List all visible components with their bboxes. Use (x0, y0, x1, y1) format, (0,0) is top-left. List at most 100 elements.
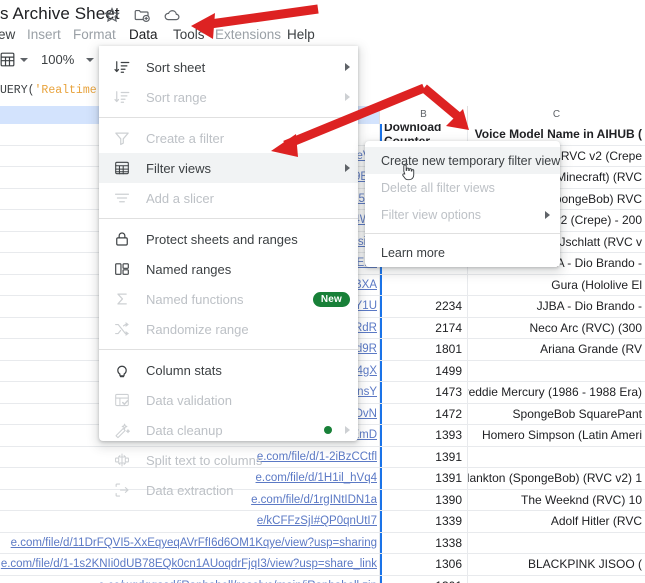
menu-item-sort-sheet[interactable]: Sort sheet (99, 52, 358, 82)
toolbar-left-group: 100% (0, 50, 95, 69)
table-row[interactable]: e.co/wqdqqasd/iRaphahell/resolve/main/iR… (0, 575, 645, 583)
cell-download-counter[interactable]: 2234 (380, 296, 468, 317)
menu-item-named-functions[interactable]: Named functions New (99, 284, 358, 314)
table-row[interactable]: e.com/file/d/11DrFQVI5-XxEqyeqAVrFfI6d6O… (0, 532, 645, 554)
cell-download-counter[interactable]: 1472 (380, 403, 468, 424)
selection-bar (380, 360, 382, 381)
randomize-icon (113, 320, 135, 338)
cell-link[interactable]: e/kCFFzSjI#QP0qnUtI7 (0, 511, 380, 532)
menu-extensions[interactable]: Extensions (213, 24, 283, 46)
cell-download-counter[interactable]: 1391 (380, 446, 468, 467)
sort-sheet-icon (113, 58, 135, 76)
cell-voice-model-name[interactable]: Ariana Grande (RV (468, 339, 645, 360)
cell-link-text[interactable]: e/kCFFzSjI#QP0qnUtI7 (257, 515, 377, 527)
menu-item-label: Create a filter (146, 130, 225, 146)
submenu-chevron-right-icon (345, 426, 350, 434)
menu-item-label: Named functions (146, 291, 244, 307)
submenu-chevron-right-icon (545, 210, 550, 219)
chevron-down-icon[interactable] (20, 57, 28, 62)
menu-item-randomize-range[interactable]: Randomize range (99, 314, 358, 344)
document-title[interactable]: s Archive Sheet (0, 4, 120, 24)
cell-voice-model-name[interactable] (468, 361, 645, 382)
menu-insert[interactable]: Insert (25, 24, 63, 46)
spreadsheet-icon[interactable] (0, 50, 17, 69)
submenu-item-filter-view-options[interactable]: Filter view options (365, 201, 560, 228)
zoom-chevron-down-icon[interactable] (86, 57, 95, 62)
slicer-icon (113, 189, 135, 207)
cell-voice-model-name[interactable]: Gura (Hololive El (468, 275, 645, 296)
cell-voice-model-name[interactable]: Adolf Hitler (RVC (468, 511, 645, 532)
data-extraction-icon (113, 481, 135, 499)
submenu-item-learn-more[interactable]: Learn more (365, 239, 560, 266)
cell-voice-model-name[interactable]: Plankton (SpongeBob) (RVC v2) 1 (468, 468, 645, 489)
menu-item-create-a-filter[interactable]: Create a filter (99, 123, 358, 153)
cell-link[interactable]: e.com/file/d/11DrFQVI5-XxEqyeqAVrFfI6d6O… (0, 532, 380, 553)
cell-voice-model-name[interactable]: BLACKPINK JISOO ( (468, 554, 645, 575)
cell-download-counter[interactable]: 1393 (380, 425, 468, 446)
move-to-folder-icon[interactable] (133, 6, 151, 24)
cell-link-text[interactable]: e.com/file/d/11DrFQVI5-XxEqyeqAVrFfI6d6O… (11, 537, 377, 549)
cell-download-counter[interactable]: 1390 (380, 489, 468, 510)
menu-item-label: Add a slicer (146, 190, 214, 206)
cell-download-counter[interactable]: 1338 (380, 532, 468, 553)
cell-voice-model-name[interactable]: Neco Arc (RVC) (300 (468, 318, 645, 339)
cell-download-counter[interactable]: 2174 (380, 317, 468, 338)
menu-item-label: Filter views (146, 160, 212, 176)
zoom-level[interactable]: 100% (41, 52, 74, 67)
new-badge: New (312, 291, 350, 307)
cell-voice-model-name[interactable]: Freddie Mercury (1986 - 1988 Era) (468, 382, 645, 403)
cell-voice-model-name[interactable] (468, 533, 645, 554)
cell-download-counter[interactable]: 1499 (380, 360, 468, 381)
cell-download-counter[interactable]: 1301 (380, 575, 468, 583)
cell-download-counter[interactable]: 1306 (380, 554, 468, 575)
menu-item-split-text-to-columns[interactable]: Split text to columns (99, 445, 358, 475)
column-header-c[interactable]: C (468, 106, 645, 124)
selection-bar (380, 274, 382, 295)
cell-link[interactable]: e.com/file/d/1-1s2KNIi0dUB78EQk0cn1AUoqd… (0, 554, 380, 575)
named-ranges-icon (113, 260, 135, 278)
cell-voice-model-name[interactable]: JJBA - Dio Brando - (468, 296, 645, 317)
cell-download-counter[interactable] (380, 274, 468, 295)
menu-item-protect-sheets-and-ranges[interactable]: Protect sheets and ranges (99, 224, 358, 254)
cell-link[interactable]: e.co/wqdqqasd/iRaphahell/resolve/main/iR… (0, 575, 380, 583)
google-sheets-window: s Archive Sheet ew Insert Format Data To… (0, 0, 645, 583)
selection-bar (380, 339, 382, 360)
menu-item-data-cleanup[interactable]: Data cleanup (99, 415, 358, 445)
cell-download-counter[interactable]: 1339 (380, 511, 468, 532)
cell-download-counter[interactable]: 1473 (380, 382, 468, 403)
menu-bar: ew Insert Format Data Tools Extensions H… (0, 24, 645, 46)
menu-item-data-validation[interactable]: Data validation (99, 385, 358, 415)
menu-format[interactable]: Format (71, 24, 118, 46)
menu-item-filter-views[interactable]: Filter views (99, 153, 358, 183)
data-menu-dropdown: Sort sheet Sort range Create a filter Filte… (99, 46, 358, 498)
menu-item-label: Sort range (146, 89, 207, 105)
cell-voice-model-name[interactable] (468, 576, 645, 583)
star-icon[interactable] (103, 6, 121, 24)
menu-item-column-stats[interactable]: Column stats (99, 355, 358, 385)
menu-view[interactable]: ew (0, 24, 17, 46)
column-header-b[interactable]: B (380, 106, 468, 124)
menu-item-label: Column stats (146, 362, 222, 378)
table-row[interactable]: e.com/file/d/1-1s2KNIi0dUB78EQk0cn1AUoqd… (0, 554, 645, 576)
selection-bar (380, 511, 382, 532)
table-row[interactable]: e/kCFFzSjI#QP0qnUtI7 1339 Adolf Hitler (RV… (0, 511, 645, 533)
menu-item-named-ranges[interactable]: Named ranges (99, 254, 358, 284)
cell-download-counter[interactable]: 1801 (380, 339, 468, 360)
menu-item-sort-range[interactable]: Sort range (99, 82, 358, 112)
cell-voice-model-name[interactable]: Homero Simpson (Latin Ameri (468, 425, 645, 446)
submenu-item-delete-all-filter-views[interactable]: Delete all filter views (365, 174, 560, 201)
menu-item-add-a-slicer[interactable]: Add a slicer (99, 183, 358, 213)
cell-voice-model-name[interactable] (468, 447, 645, 468)
submenu-item-create-new-temporary-filter-view[interactable]: Create new temporary filter view (365, 147, 560, 174)
cell-download-counter[interactable]: 1391 (380, 468, 468, 489)
menu-help[interactable]: Help (285, 24, 317, 46)
cell-voice-model-name[interactable]: The Weeknd (RVC) 10 (468, 490, 645, 511)
cell-voice-model-name[interactable]: SpongeBob SquarePant (468, 404, 645, 425)
menu-data[interactable]: Data (127, 24, 160, 46)
lightbulb-icon (113, 361, 135, 379)
cloud-saved-icon[interactable] (163, 6, 181, 24)
menu-item-data-extraction[interactable]: Data extraction (99, 475, 358, 505)
cell-link-text[interactable]: e.com/file/d/1-1s2KNIi0dUB78EQk0cn1AUoqd… (1, 558, 377, 570)
menu-tools[interactable]: Tools (171, 24, 207, 46)
formula-prefix: UERY( (0, 84, 35, 97)
